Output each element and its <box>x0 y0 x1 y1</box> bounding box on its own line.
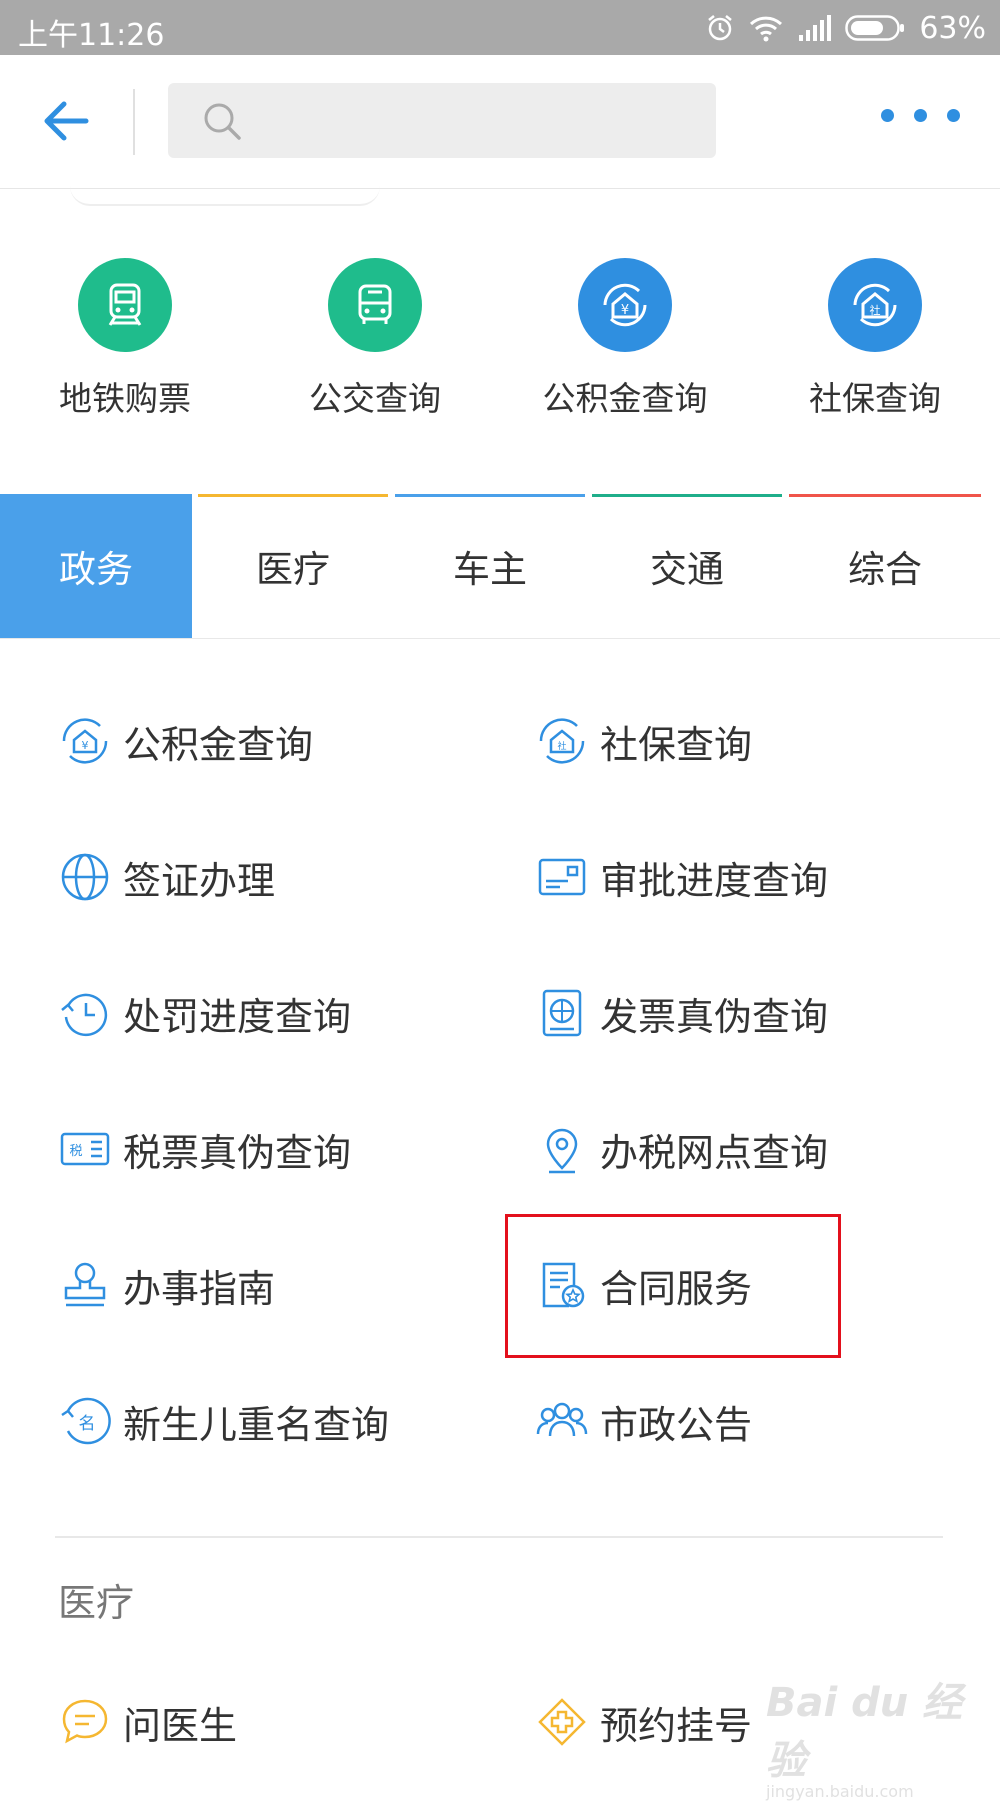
baidu-jingyan-watermark: Bai du 经验 jingyan.baidu.com <box>766 1670 996 1801</box>
service-guide[interactable]: 办事指南 <box>55 1255 275 1315</box>
service-label: 办事指南 <box>123 1266 276 1311</box>
service-tax-office-locator[interactable]: 办税网点查询 <box>532 1119 828 1179</box>
battery-icon <box>845 15 905 41</box>
svg-text:社: 社 <box>870 303 881 317</box>
tab-label: 车主 <box>453 548 527 591</box>
highlight-box <box>505 1214 841 1358</box>
tab-traffic[interactable]: 交通 <box>592 494 782 638</box>
location-pin-icon <box>532 1119 592 1179</box>
id-card-icon <box>532 847 592 907</box>
back-arrow-icon[interactable] <box>38 93 94 149</box>
wifi-icon <box>749 14 783 42</box>
header <box>0 55 1000 189</box>
history-clock-icon <box>55 983 115 1043</box>
watermark-logo: Bai du 经验 <box>766 1680 963 1784</box>
service-label: 签证办理 <box>123 858 276 903</box>
svg-text:¥: ¥ <box>82 739 89 752</box>
quick-item-social-security[interactable]: 社 社保查询 <box>765 258 985 420</box>
quick-item-label: 地铁购票 <box>59 379 191 418</box>
service-visa[interactable]: 签证办理 <box>55 847 275 907</box>
people-group-icon <box>532 1391 592 1451</box>
service-social-security[interactable]: 社 社保查询 <box>532 711 752 771</box>
service-label: 审批进度查询 <box>600 858 829 903</box>
section-title-medical: 医疗 <box>58 1581 135 1625</box>
service-label: 发票真伪查询 <box>600 994 829 1039</box>
more-options-icon[interactable] <box>881 109 960 122</box>
social-security-icon: 社 <box>532 711 592 771</box>
service-municipal-notice[interactable]: 市政公告 <box>532 1391 752 1451</box>
service-label: 税票真伪查询 <box>123 1130 352 1175</box>
tab-color-bar <box>198 494 388 497</box>
service-invoice-verify[interactable]: 发票真伪查询 <box>532 983 828 1043</box>
search-icon <box>202 101 242 145</box>
tab-label: 综合 <box>848 548 922 591</box>
tab-color-bar <box>592 494 782 497</box>
svg-text:名: 名 <box>79 1414 96 1434</box>
quick-item-bus[interactable]: 公交查询 <box>265 258 485 420</box>
housing-fund-icon: ¥ <box>578 258 672 352</box>
invoice-icon <box>532 983 592 1043</box>
scrolled-banner-edge <box>70 186 380 206</box>
tax-ticket-icon: 税 <box>55 1119 115 1179</box>
service-housing-fund[interactable]: ¥ 公积金查询 <box>55 711 313 771</box>
social-security-icon: 社 <box>828 258 922 352</box>
service-approval-progress[interactable]: 审批进度查询 <box>532 847 828 907</box>
service-tax-ticket-verify[interactable]: 税 税票真伪查询 <box>55 1119 351 1179</box>
globe-icon <box>55 847 115 907</box>
stamp-icon <box>55 1255 115 1315</box>
service-label: 新生儿重名查询 <box>123 1402 390 1447</box>
service-label: 预约挂号 <box>600 1703 753 1748</box>
service-label: 公积金查询 <box>123 722 314 767</box>
medical-cross-icon <box>532 1692 592 1752</box>
svg-text:社: 社 <box>557 740 566 752</box>
status-time: 上午11:26 <box>18 18 165 53</box>
signal-icon <box>797 15 832 41</box>
tab-label: 交通 <box>650 548 724 591</box>
name-tag-icon: 名 <box>55 1391 115 1451</box>
battery-percent: 63% <box>919 10 986 46</box>
quick-item-label: 社保查询 <box>809 379 941 418</box>
tab-general[interactable]: 综合 <box>789 494 981 638</box>
service-label: 市政公告 <box>600 1402 753 1447</box>
service-label: 问医生 <box>123 1703 238 1748</box>
service-label: 社保查询 <box>600 722 753 767</box>
watermark-url: jingyan.baidu.com <box>766 1782 914 1801</box>
search-input[interactable] <box>168 83 716 158</box>
svg-text:税: 税 <box>69 1144 82 1159</box>
service-appointment[interactable]: 预约挂号 <box>532 1692 752 1752</box>
alarm-icon <box>705 13 735 43</box>
tab-medical[interactable]: 医疗 <box>198 494 388 638</box>
tab-color-bar <box>395 494 585 497</box>
category-tabs: 政务 医疗 车主 交通 综合 <box>0 494 1000 639</box>
svg-text:¥: ¥ <box>621 303 629 318</box>
header-divider <box>133 89 135 155</box>
tab-label: 政务 <box>59 548 133 591</box>
service-newborn-name[interactable]: 名 新生儿重名查询 <box>55 1391 389 1451</box>
service-label: 办税网点查询 <box>600 1130 829 1175</box>
quick-item-label: 公积金查询 <box>542 379 708 418</box>
tab-government[interactable]: 政务 <box>0 494 192 638</box>
tab-label: 医疗 <box>256 548 330 591</box>
quick-item-housing-fund[interactable]: ¥ 公积金查询 <box>515 258 735 420</box>
quick-item-label: 公交查询 <box>309 379 441 418</box>
quick-item-subway[interactable]: 地铁购票 <box>15 258 235 420</box>
status-bar: 上午11:26 63% <box>0 0 1000 55</box>
service-ask-doctor[interactable]: 问医生 <box>55 1692 237 1752</box>
chat-bubble-icon <box>55 1692 115 1752</box>
bus-icon <box>328 258 422 352</box>
housing-fund-icon: ¥ <box>55 711 115 771</box>
subway-icon <box>78 258 172 352</box>
service-label: 处罚进度查询 <box>123 994 352 1039</box>
section-divider <box>55 1536 943 1538</box>
tab-car-owner[interactable]: 车主 <box>395 494 585 638</box>
tab-color-bar <box>789 494 981 497</box>
service-penalty-progress[interactable]: 处罚进度查询 <box>55 983 351 1043</box>
